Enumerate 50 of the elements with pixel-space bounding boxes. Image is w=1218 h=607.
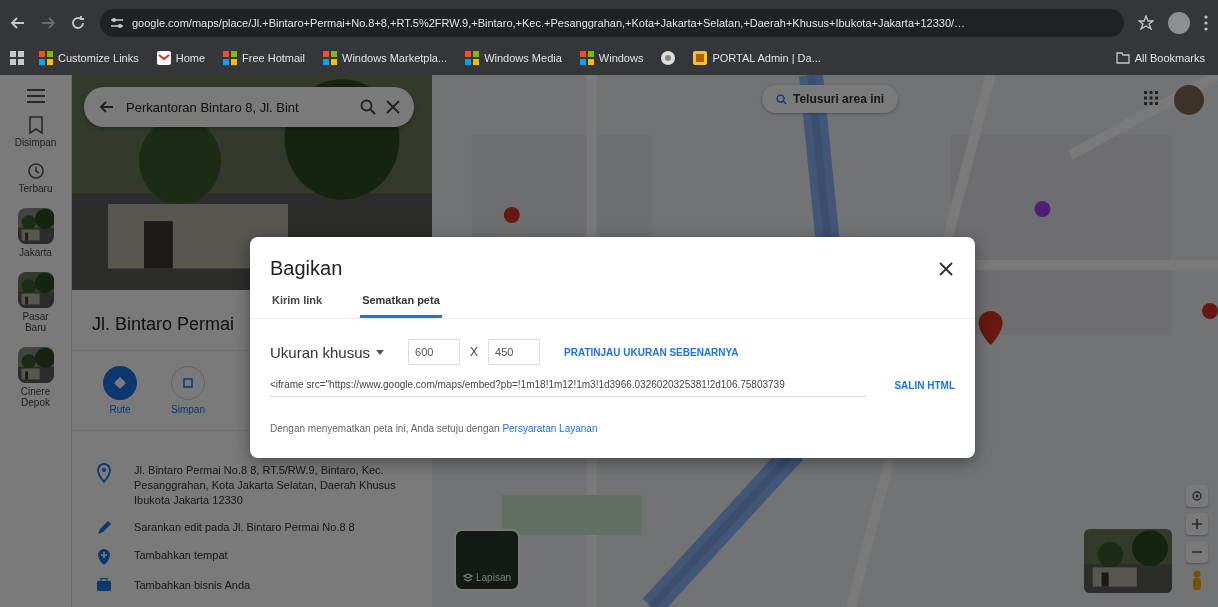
tab[interactable]: Sematkan peta	[360, 286, 442, 318]
caret-icon	[376, 349, 385, 355]
info-text[interactable]: Tambahkan bisnis Anda	[134, 578, 251, 593]
windows-logo-icon	[579, 50, 594, 65]
windows-logo-icon	[465, 50, 480, 65]
site-settings-icon[interactable]	[110, 16, 124, 30]
mail-icon	[156, 50, 171, 65]
recent-place[interactable]: Jakarta	[5, 207, 66, 259]
pencil-icon	[96, 520, 112, 536]
globe-icon	[661, 50, 676, 65]
windows-logo-icon	[39, 50, 53, 65]
back-icon[interactable]	[10, 15, 26, 31]
windows-logo-icon	[223, 50, 238, 65]
all-bookmarks[interactable]: All Bookmarks	[1112, 49, 1208, 66]
directions-icon	[103, 366, 137, 400]
info-text[interactable]: Jl. Bintaro Permai No.8 8, RT.5/RW.9, Bintaro, Kec. Pesanggrahan, Kota Jakarta Selatan, Daerah Khusus Ibukota Jakarta 12330	[134, 463, 408, 508]
size-dropdown[interactable]: Ukuran khusus	[270, 343, 385, 361]
bookmark[interactable]: Free Hotmail	[220, 48, 308, 67]
bookmark[interactable]: Customize Links	[36, 48, 142, 67]
history-icon	[26, 162, 45, 180]
rail-item[interactable]: Disimpan	[8, 115, 63, 149]
info-text[interactable]: Sarankan edit pada Jl. Bintaro Permai No.8 8	[134, 520, 355, 535]
star-icon[interactable]	[1138, 15, 1154, 31]
place-title: Jl. Bintaro Permai	[92, 314, 235, 335]
action-button[interactable]: Rute	[96, 365, 144, 416]
forward-icon[interactable]	[40, 15, 56, 31]
rail-item[interactable]: Terbaru	[12, 161, 59, 195]
recent-place[interactable]: Pasar Baru	[5, 271, 66, 334]
bookmark[interactable]: Windows	[576, 48, 647, 67]
recent-place[interactable]: Cinere Depok	[5, 346, 66, 409]
folder-icon	[1115, 51, 1130, 64]
bookmark[interactable]: PORTAL Admin | Da...	[690, 48, 824, 67]
menu-icon[interactable]	[26, 89, 45, 103]
briefcase-icon	[96, 578, 112, 592]
info-text[interactable]: Tambahkan tempat	[134, 548, 228, 563]
profile-avatar[interactable]	[1168, 12, 1190, 34]
tab[interactable]: Kirim link	[270, 286, 325, 318]
address-bar[interactable]: google.com/maps/place/Jl.+Bintaro+Permai+No.8+8,+RT.5%2FRW.9,+Bintaro,+Kec.+Pesanggrahan,+Kota+Jakarta+Selatan,+Daerah+Khusus+Ibukota+Jakarta+12330/…	[100, 9, 1124, 37]
apps-icon[interactable]	[10, 50, 24, 65]
add-location-icon	[96, 548, 112, 566]
bookmark-icon	[27, 116, 44, 134]
action-button[interactable]: Simpan	[164, 365, 212, 416]
location-pin-icon	[96, 463, 112, 483]
menu-icon[interactable]	[1204, 15, 1208, 31]
windows-logo-icon	[323, 50, 337, 65]
portal-icon	[693, 50, 708, 65]
bookmark[interactable]: Windows Marketpla...	[320, 48, 451, 67]
bookmark[interactable]: Windows Media	[462, 48, 565, 67]
bookmark[interactable]: Home	[153, 48, 209, 67]
reload-icon[interactable]	[70, 15, 86, 31]
